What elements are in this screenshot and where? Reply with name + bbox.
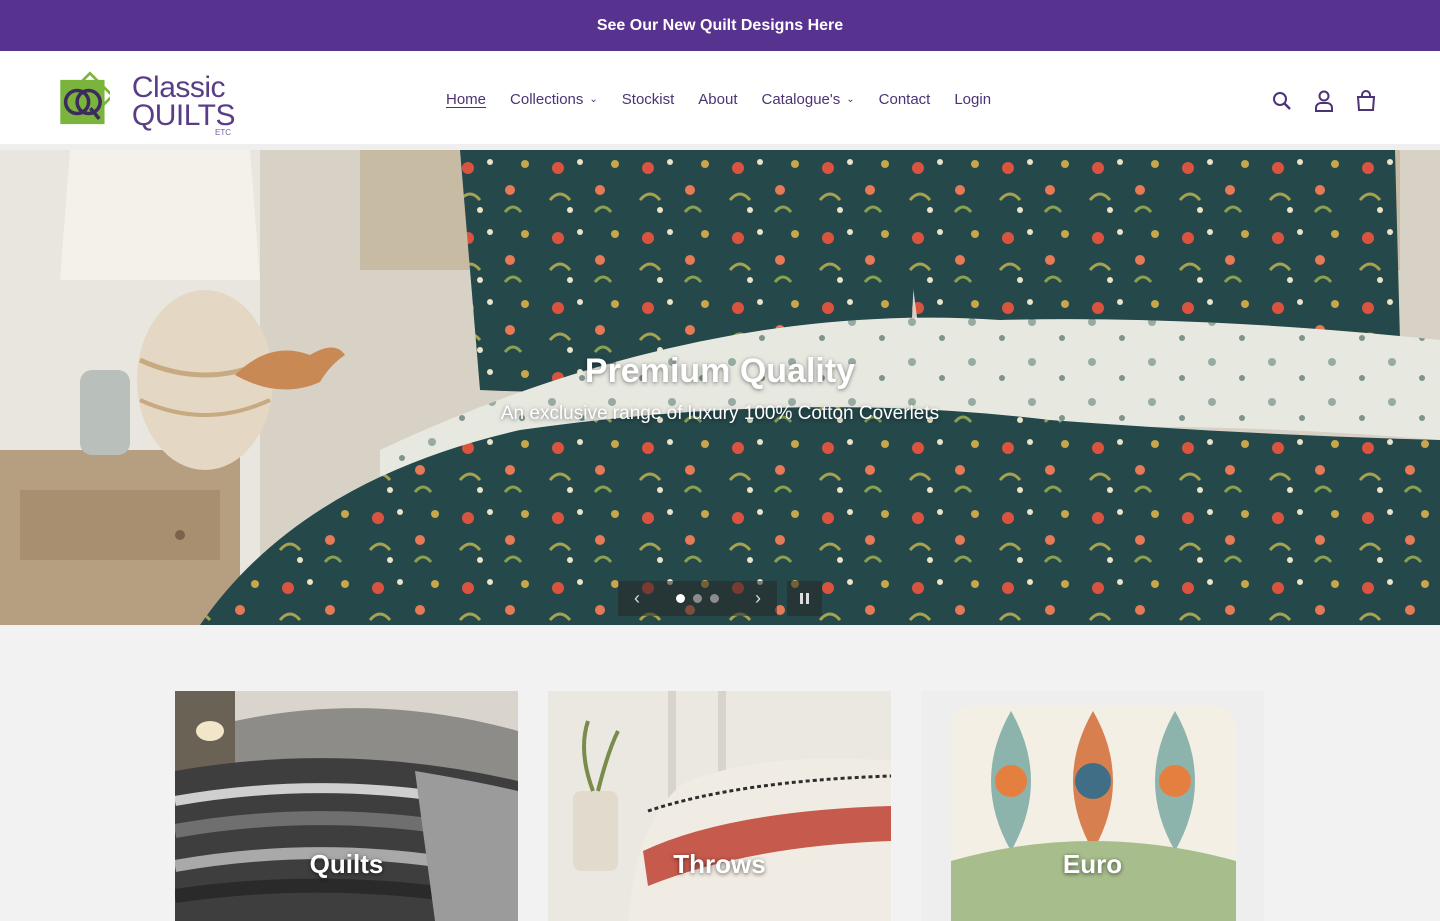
logo-line3: ETC: [215, 127, 231, 137]
hero-slideshow: Premium Quality An exclusive range of lu…: [0, 150, 1440, 625]
search-icon[interactable]: [1270, 89, 1294, 113]
nav-catalogues-label: Catalogue's: [761, 91, 841, 108]
collection-card-euro[interactable]: Euro: [921, 691, 1264, 921]
nav-login[interactable]: Login: [954, 91, 991, 108]
slide-dot-3[interactable]: [710, 594, 719, 603]
account-icon[interactable]: [1312, 89, 1336, 113]
hero-caption: Premium Quality An exclusive range of lu…: [0, 352, 1440, 425]
cart-icon[interactable]: [1354, 89, 1378, 113]
nav-stockist-label: Stockist: [621, 91, 675, 108]
slide-dot-2[interactable]: [693, 594, 702, 603]
euro-image: [921, 691, 1264, 921]
nav-about[interactable]: About: [698, 91, 737, 108]
chevron-down-icon: ⌄: [589, 94, 598, 105]
logo-line2: QUILTS: [131, 99, 236, 132]
logo-mark-icon: [60, 71, 110, 125]
quilts-image: [175, 691, 518, 921]
nav-catalogues[interactable]: Catalogue's ⌄: [762, 91, 855, 108]
pause-button[interactable]: [787, 581, 822, 616]
nav-home-label: Home: [446, 91, 487, 108]
collection-card-throws[interactable]: Throws: [548, 691, 891, 921]
nav-contact-label: Contact: [878, 91, 931, 108]
nav-collections[interactable]: Collections ⌄: [510, 91, 598, 108]
header-actions: [1270, 89, 1378, 113]
hero-subtitle: An exclusive range of luxury 100% Cotton…: [500, 403, 940, 424]
collection-card-quilts[interactable]: Quilts: [175, 691, 518, 921]
site-logo[interactable]: Classic QUILTS ETC: [55, 67, 236, 137]
chevron-down-icon: ⌄: [846, 94, 855, 105]
hero-title: Premium Quality: [584, 352, 856, 390]
previous-slide-icon[interactable]: ‹: [634, 588, 640, 609]
collection-grid: Quilts Throws Euro: [175, 691, 1264, 921]
collection-label-quilts: Quilts: [309, 849, 384, 879]
nav-stockist[interactable]: Stockist: [622, 91, 675, 108]
throws-image: [548, 691, 891, 921]
nav-collections-label: Collections: [510, 91, 584, 108]
slideshow-controls: ‹ ›: [618, 581, 777, 616]
next-slide-icon[interactable]: ›: [755, 588, 761, 609]
slide-dots: [676, 594, 719, 603]
nav-about-label: About: [698, 91, 738, 108]
collection-label-throws: Throws: [673, 849, 766, 879]
collection-label-euro: Euro: [1062, 849, 1123, 879]
nav-login-label: Login: [954, 91, 992, 108]
announcement-bar[interactable]: See Our New Quilt Designs Here: [0, 0, 1440, 51]
pause-icon-bar: [806, 593, 809, 604]
main-nav: Home Collections ⌄ Stockist About Catalog…: [446, 91, 1015, 108]
nav-contact[interactable]: Contact: [879, 91, 931, 108]
slide-dot-1[interactable]: [676, 594, 685, 603]
pause-icon: [800, 593, 803, 604]
logo-line1: Classic: [131, 70, 226, 104]
logo-wordmark: Classic QUILTS ETC: [131, 70, 236, 136]
nav-home[interactable]: Home: [446, 91, 486, 108]
site-header: Classic QUILTS ETC Home Collections ⌄ Sto…: [0, 51, 1440, 150]
